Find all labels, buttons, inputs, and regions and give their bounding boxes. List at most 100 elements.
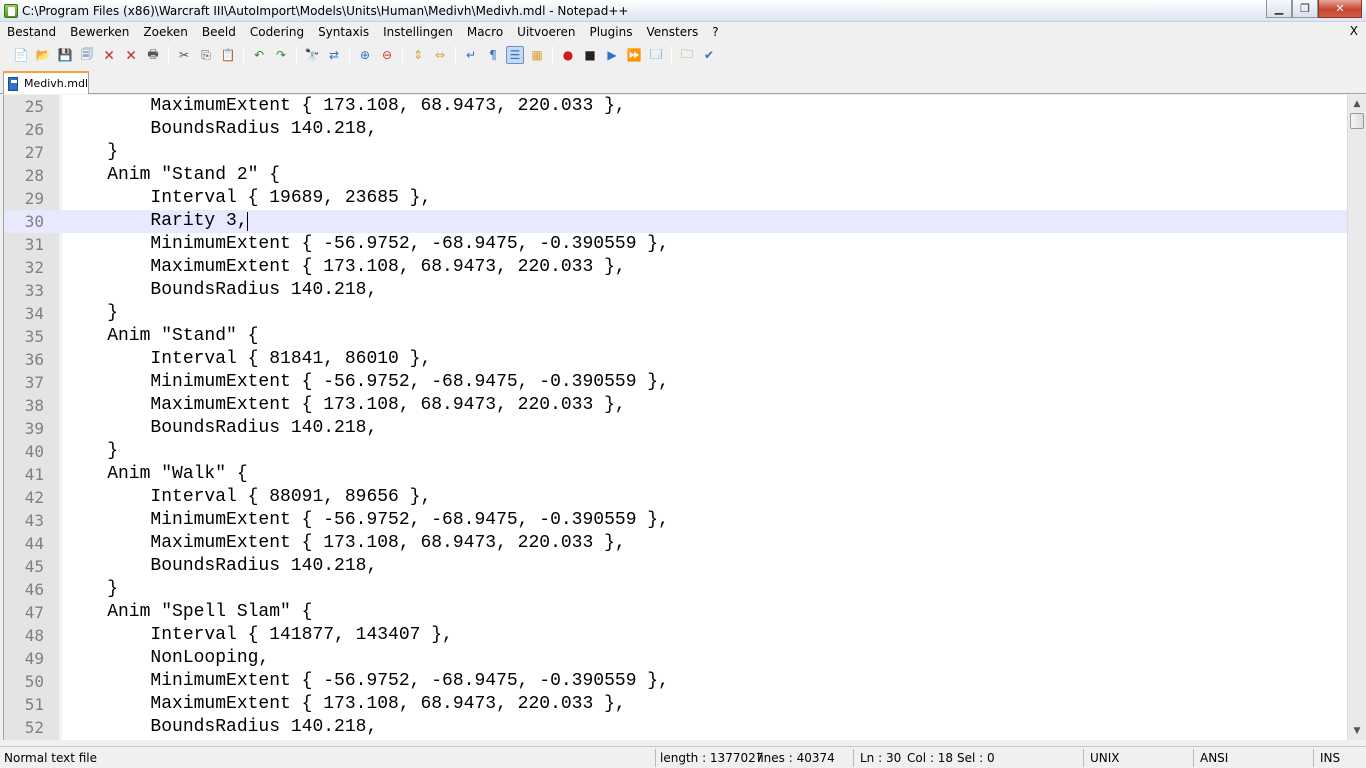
paste-icon[interactable]: 📋	[219, 46, 237, 64]
code-line[interactable]: 27 }	[4, 141, 1347, 164]
folder-workspace-icon[interactable]: 🗀	[678, 46, 696, 64]
line-text[interactable]: MaximumExtent { 173.108, 68.9473, 220.03…	[64, 693, 625, 716]
scroll-down-arrow-icon[interactable]: ▼	[1350, 724, 1364, 738]
code-line[interactable]: 45 BoundsRadius 140.218,	[4, 555, 1347, 578]
text-editor[interactable]: 25 MaximumExtent { 173.108, 68.9473, 220…	[3, 95, 1347, 740]
menu-bestand[interactable]: Bestand	[0, 25, 63, 39]
code-line[interactable]: 44 MaximumExtent { 173.108, 68.9473, 220…	[4, 532, 1347, 555]
line-text[interactable]: BoundsRadius 140.218,	[64, 417, 377, 440]
code-line[interactable]: 25 MaximumExtent { 173.108, 68.9473, 220…	[4, 95, 1347, 118]
line-text[interactable]: Rarity 3,	[64, 210, 247, 233]
menu-syntaxis[interactable]: Syntaxis	[311, 25, 376, 39]
line-text[interactable]: MinimumExtent { -56.9752, -68.9475, -0.3…	[64, 233, 669, 256]
record-macro-icon[interactable]: ●	[559, 46, 577, 64]
code-line[interactable]: 34 }	[4, 302, 1347, 325]
line-text[interactable]: }	[64, 141, 118, 164]
zoom-in-icon[interactable]: ⊕	[356, 46, 374, 64]
line-text[interactable]: Anim "Stand 2" {	[64, 164, 280, 187]
save-all-icon[interactable]: 🗐	[78, 46, 96, 64]
code-line[interactable]: 47 Anim "Spell Slam" {	[4, 601, 1347, 624]
menu-bewerken[interactable]: Bewerken	[63, 25, 136, 39]
code-line[interactable]: 32 MaximumExtent { 173.108, 68.9473, 220…	[4, 256, 1347, 279]
show-all-chars-icon[interactable]: ¶	[484, 46, 502, 64]
line-text[interactable]: Interval { 141877, 143407 },	[64, 624, 452, 647]
scrollbar-thumb[interactable]	[1350, 113, 1364, 129]
code-line[interactable]: 35 Anim "Stand" {	[4, 325, 1347, 348]
line-text[interactable]: }	[64, 578, 118, 601]
new-file-icon[interactable]: 📄	[12, 46, 30, 64]
close-document-button[interactable]: X	[1350, 24, 1358, 38]
scroll-up-arrow-icon[interactable]: ▲	[1350, 97, 1364, 111]
notepad-plus-plus-app-icon[interactable]	[4, 3, 18, 18]
line-text[interactable]: BoundsRadius 140.218,	[64, 555, 377, 578]
code-line[interactable]: 40 }	[4, 440, 1347, 463]
code-line[interactable]: 42 Interval { 88091, 89656 },	[4, 486, 1347, 509]
menu-plugins[interactable]: Plugins	[582, 25, 639, 39]
line-text[interactable]: MaximumExtent { 173.108, 68.9473, 220.03…	[64, 394, 625, 417]
line-text[interactable]: Anim "Walk" {	[64, 463, 247, 486]
replace-icon[interactable]: ⇄	[325, 46, 343, 64]
close-all-icon[interactable]: 🗙	[122, 46, 140, 64]
minimize-button[interactable]: ▁	[1266, 0, 1292, 18]
menu-uitvoeren[interactable]: Uitvoeren	[510, 25, 582, 39]
copy-icon[interactable]: ⎘	[197, 46, 215, 64]
line-text[interactable]: Anim "Stand" {	[64, 325, 258, 348]
print-icon[interactable]: 🖶	[144, 46, 162, 64]
code-line[interactable]: 38 MaximumExtent { 173.108, 68.9473, 220…	[4, 394, 1347, 417]
code-line[interactable]: 37 MinimumExtent { -56.9752, -68.9475, -…	[4, 371, 1347, 394]
tab-medivh-mdl[interactable]: Medivh.mdl	[3, 71, 89, 94]
code-line[interactable]: 30 Rarity 3,	[4, 210, 1347, 233]
run-macro-multiple-icon[interactable]: ⏩	[625, 46, 643, 64]
stop-macro-icon[interactable]: ■	[581, 46, 599, 64]
line-text[interactable]: Anim "Spell Slam" {	[64, 601, 312, 624]
close-window-button[interactable]: ✕	[1318, 0, 1362, 18]
indent-guide-icon[interactable]: ☰	[506, 46, 524, 64]
code-line[interactable]: 29 Interval { 19689, 23685 },	[4, 187, 1347, 210]
cut-icon[interactable]: ✂	[175, 46, 193, 64]
vertical-scrollbar[interactable]: ▲ ▼	[1347, 95, 1366, 740]
code-line[interactable]: 39 BoundsRadius 140.218,	[4, 417, 1347, 440]
menu-macro[interactable]: Macro	[460, 25, 510, 39]
code-line[interactable]: 33 BoundsRadius 140.218,	[4, 279, 1347, 302]
save-icon[interactable]: 💾	[56, 46, 74, 64]
line-text[interactable]: BoundsRadius 140.218,	[64, 118, 377, 141]
menu-instellingen[interactable]: Instellingen	[376, 25, 460, 39]
code-line[interactable]: 52 BoundsRadius 140.218,	[4, 716, 1347, 739]
sync-horizontal-icon[interactable]: ⇔	[431, 46, 449, 64]
code-line[interactable]: 46 }	[4, 578, 1347, 601]
spell-check-icon[interactable]: ✔	[700, 46, 718, 64]
code-line[interactable]: 41 Anim "Walk" {	[4, 463, 1347, 486]
close-file-icon[interactable]: 🗙	[100, 46, 118, 64]
line-text[interactable]: NonLooping,	[64, 647, 269, 670]
code-line[interactable]: 50 MinimumExtent { -56.9752, -68.9475, -…	[4, 670, 1347, 693]
line-text[interactable]: Interval { 88091, 89656 },	[64, 486, 431, 509]
menu-vensters[interactable]: Vensters	[639, 25, 705, 39]
line-text[interactable]: }	[64, 302, 118, 325]
menu-help[interactable]: ?	[705, 25, 725, 39]
line-text[interactable]: Interval { 81841, 86010 },	[64, 348, 431, 371]
code-line[interactable]: 49 NonLooping,	[4, 647, 1347, 670]
line-text[interactable]: MaximumExtent { 173.108, 68.9473, 220.03…	[64, 532, 625, 555]
code-line[interactable]: 31 MinimumExtent { -56.9752, -68.9475, -…	[4, 233, 1347, 256]
menu-zoeken[interactable]: Zoeken	[136, 25, 194, 39]
menu-beeld[interactable]: Beeld	[195, 25, 243, 39]
line-text[interactable]: BoundsRadius 140.218,	[64, 716, 377, 739]
find-icon[interactable]: 🔭	[303, 46, 321, 64]
save-macro-icon[interactable]: 🗔	[647, 46, 665, 64]
line-text[interactable]: BoundsRadius 140.218,	[64, 279, 377, 302]
user-lang-icon[interactable]: ▦	[528, 46, 546, 64]
undo-icon[interactable]: ↶	[250, 46, 268, 64]
zoom-out-icon[interactable]: ⊖	[378, 46, 396, 64]
word-wrap-icon[interactable]: ↵	[462, 46, 480, 64]
code-line[interactable]: 43 MinimumExtent { -56.9752, -68.9475, -…	[4, 509, 1347, 532]
code-line[interactable]: 28 Anim "Stand 2" {	[4, 164, 1347, 187]
line-text[interactable]: MinimumExtent { -56.9752, -68.9475, -0.3…	[64, 371, 669, 394]
code-line[interactable]: 36 Interval { 81841, 86010 },	[4, 348, 1347, 371]
menu-codering[interactable]: Codering	[243, 25, 311, 39]
open-file-icon[interactable]: 📂	[34, 46, 52, 64]
play-macro-icon[interactable]: ▶	[603, 46, 621, 64]
line-text[interactable]: }	[64, 440, 118, 463]
line-text[interactable]: Interval { 19689, 23685 },	[64, 187, 431, 210]
line-text[interactable]: MinimumExtent { -56.9752, -68.9475, -0.3…	[64, 509, 669, 532]
redo-icon[interactable]: ↷	[272, 46, 290, 64]
